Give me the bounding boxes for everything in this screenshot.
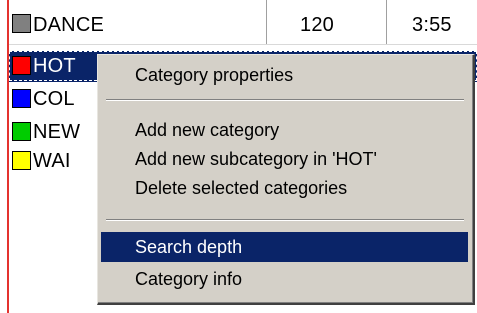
menu-item-add-new-subcategory[interactable]: Add new subcategory in 'HOT'	[101, 144, 468, 174]
menu-separator	[106, 219, 464, 221]
menu-item-delete-selected-categories[interactable]: Delete selected categories	[101, 173, 468, 203]
category-length: 3:55	[412, 14, 452, 36]
menu-item-category-info[interactable]: Category info	[101, 264, 468, 294]
color-swatch-icon	[12, 122, 31, 141]
menu-item-add-new-category[interactable]: Add new category	[101, 115, 468, 145]
color-swatch-icon	[12, 151, 31, 170]
category-name: NEW	[33, 121, 81, 143]
row-divider	[9, 44, 477, 45]
menu-item-search-depth[interactable]: Search depth	[101, 232, 468, 262]
column-divider	[386, 0, 387, 44]
category-row-dance[interactable]: DANCE 120 3:55	[9, 10, 477, 41]
color-swatch-icon	[12, 14, 31, 33]
context-menu: Category properties Add new category Add…	[97, 54, 475, 305]
menu-item-category-properties[interactable]: Category properties	[101, 60, 468, 90]
menu-separator	[106, 99, 464, 101]
category-name: WAI	[33, 150, 71, 172]
category-name: COL	[33, 88, 75, 110]
color-swatch-icon	[12, 89, 31, 108]
category-bpm: 120	[300, 14, 334, 36]
column-divider	[266, 0, 267, 44]
color-swatch-icon	[12, 56, 31, 75]
category-name: DANCE	[33, 14, 105, 36]
category-name: HOT	[33, 55, 76, 77]
